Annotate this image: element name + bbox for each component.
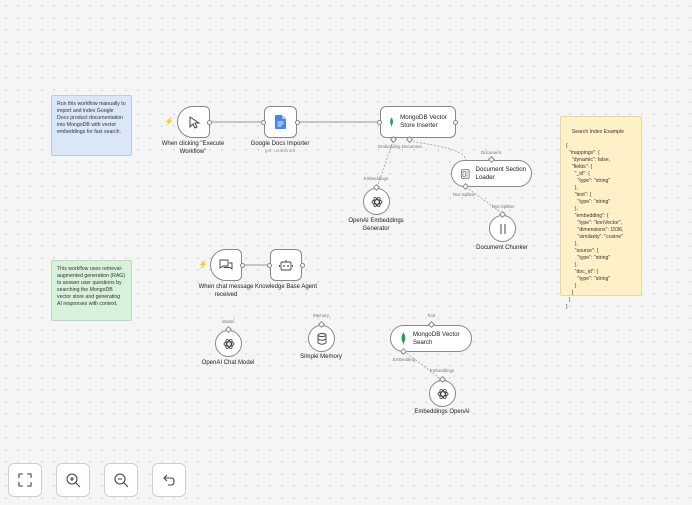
output-handle[interactable] bbox=[207, 120, 212, 125]
mongodb-leaf-icon bbox=[390, 117, 393, 127]
workflow-canvas[interactable]: Run this workflow manually to import and… bbox=[0, 0, 692, 505]
openai-icon bbox=[371, 196, 382, 207]
sticky-note-import-text: Run this workflow manually to import and… bbox=[57, 101, 126, 136]
fit-view-button[interactable] bbox=[8, 463, 42, 497]
undo-icon bbox=[163, 474, 175, 486]
edge-embeddings2-search bbox=[403, 350, 443, 381]
document-icon bbox=[461, 168, 470, 179]
node-openai-embeddings-generator[interactable] bbox=[363, 188, 390, 215]
port-label-model: Model bbox=[222, 319, 234, 324]
node-label-simple-memory: Simple Memory bbox=[300, 354, 342, 360]
node-label-document-loader: Document Section Loader bbox=[475, 165, 527, 181]
google-docs-icon bbox=[275, 115, 286, 129]
node-document-loader[interactable]: Document Section Loader bbox=[451, 160, 532, 187]
node-openai-chat-model[interactable] bbox=[215, 330, 242, 357]
openai-icon bbox=[223, 338, 234, 349]
mongodb-leaf-icon bbox=[401, 332, 406, 345]
node-label-knowledge-base-agent: Knowledge Base Agent bbox=[254, 284, 318, 290]
robot-icon bbox=[279, 260, 293, 271]
port-label-embedding-document: Embedding Document bbox=[378, 144, 422, 149]
node-manual-trigger[interactable] bbox=[177, 106, 210, 138]
openai-icon bbox=[437, 388, 448, 399]
fit-view-icon bbox=[18, 473, 32, 487]
output-handle[interactable] bbox=[453, 120, 458, 125]
port-label-text-splitter-in: Text Splitter bbox=[452, 192, 476, 197]
sticky-note-rag[interactable]: This workflow uses retrieval-augmented g… bbox=[51, 260, 132, 321]
sticky-note-import[interactable]: Run this workflow manually to import and… bbox=[51, 95, 132, 156]
node-embeddings-openai[interactable] bbox=[429, 380, 456, 407]
port-label-document: Document bbox=[480, 150, 502, 155]
node-label-document-chunker: Document Chunker bbox=[476, 245, 528, 251]
input-handle[interactable] bbox=[267, 263, 272, 268]
sticky-note-index-text: Search Index Example { "mappings": { "dy… bbox=[566, 129, 624, 311]
input-handle[interactable] bbox=[261, 120, 266, 125]
zoom-out-icon bbox=[113, 472, 128, 487]
node-knowledge-base-agent[interactable] bbox=[270, 249, 302, 281]
output-handle[interactable] bbox=[300, 263, 305, 268]
sticky-note-rag-text: This workflow uses retrieval-augmented g… bbox=[57, 266, 126, 308]
node-sublabel-google-docs: get: undefined bbox=[264, 149, 296, 154]
port-label-memory: Memory bbox=[313, 313, 329, 318]
node-chat-trigger[interactable] bbox=[210, 249, 242, 281]
trigger-bolt-icon: ⚡ bbox=[164, 117, 174, 126]
port-label-embeddings-2: Embeddings bbox=[429, 368, 455, 373]
node-label-manual-trigger: When clicking "Execute Workflow" bbox=[161, 141, 225, 155]
node-label-openai-embeddings-generator: OpenAI Embeddings Generator bbox=[348, 218, 404, 232]
undo-button[interactable] bbox=[152, 463, 186, 497]
node-simple-memory[interactable] bbox=[308, 325, 335, 352]
node-label-chat-trigger: When chat message received bbox=[198, 284, 254, 298]
zoom-in-button[interactable] bbox=[56, 463, 90, 497]
node-google-docs[interactable] bbox=[264, 106, 297, 138]
output-handle[interactable] bbox=[240, 263, 245, 268]
node-label-openai-chat-model: OpenAI Chat Model bbox=[201, 360, 255, 366]
port-label-tool: Tool bbox=[426, 313, 436, 318]
node-label-embeddings-openai: Embeddings OpenAI bbox=[414, 409, 470, 415]
port-label-embeddings: Embeddings bbox=[363, 176, 389, 181]
chat-icon bbox=[219, 259, 233, 270]
zoom-in-icon bbox=[65, 472, 80, 487]
chat-trigger-bolt-icon: ⚡ bbox=[198, 260, 208, 269]
node-label-mongodb-vector-search: MongoDB Vector Search bbox=[412, 330, 460, 346]
split-icon bbox=[500, 223, 505, 234]
cursor-icon bbox=[189, 116, 201, 129]
node-mongodb-inserter[interactable]: MongoDB Vector Store Inserter bbox=[380, 106, 456, 138]
input-handle[interactable] bbox=[377, 120, 382, 125]
output-handle[interactable] bbox=[295, 120, 300, 125]
port-label-text-splitter-out: Text Splitter bbox=[491, 204, 515, 209]
database-icon bbox=[317, 332, 326, 345]
node-label-google-docs: Google Docs Importer bbox=[250, 141, 310, 147]
port-label-embedding: Embedding bbox=[392, 357, 416, 362]
node-document-chunker[interactable] bbox=[489, 215, 516, 242]
zoom-out-button[interactable] bbox=[104, 463, 138, 497]
sticky-note-index-example[interactable]: Search Index Example { "mappings": { "dy… bbox=[560, 116, 642, 310]
node-label-mongodb-inserter: MongoDB Vector Store Inserter bbox=[400, 114, 447, 129]
